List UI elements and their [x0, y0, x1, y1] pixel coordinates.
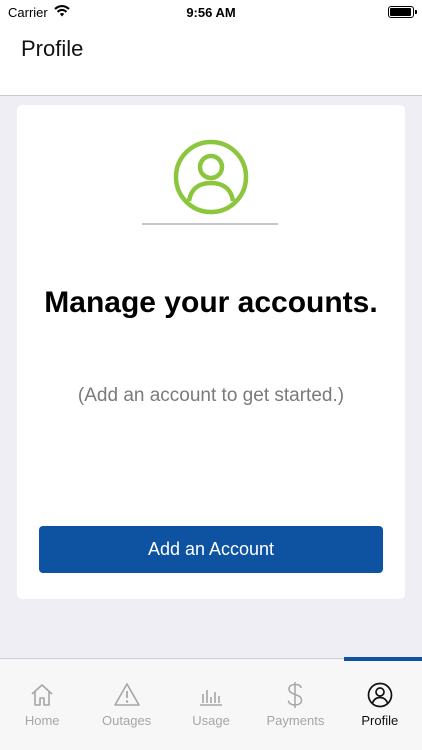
- home-icon: [28, 681, 56, 709]
- battery-fill: [390, 8, 411, 16]
- tab-home-label: Home: [24, 713, 60, 728]
- carrier-label: Carrier: [8, 4, 48, 20]
- divider: [142, 223, 278, 225]
- page-title: Profile: [21, 36, 84, 61]
- add-account-button[interactable]: Add an Account: [39, 526, 383, 573]
- status-left: Carrier: [8, 5, 70, 20]
- user-circle-icon: [173, 139, 249, 215]
- card-subtitle: (Add an account to get started.): [77, 385, 345, 406]
- battery-icon: [388, 6, 417, 18]
- tab-profile-label: Profile: [361, 713, 399, 728]
- tab-outages[interactable]: Outages: [84, 659, 168, 750]
- warning-icon: [113, 681, 141, 709]
- status-bar: Carrier 9:56 AM: [0, 0, 422, 24]
- tab-profile[interactable]: Profile: [338, 659, 422, 750]
- dollar-icon: [281, 681, 309, 709]
- tab-usage-label: Usage: [192, 713, 230, 728]
- screen: Carrier 9:56 AM Profile Manage your acco…: [0, 0, 422, 750]
- active-tab-indicator: [344, 657, 422, 661]
- bar-chart-icon: [197, 681, 225, 709]
- header: Profile: [0, 24, 422, 96]
- accounts-card: Manage your accounts. (Add an account to…: [17, 105, 405, 599]
- tab-outages-label: Outages: [102, 713, 152, 728]
- tab-payments-label: Payments: [266, 713, 325, 728]
- wifi-icon: [54, 4, 70, 20]
- profile-icon: [366, 681, 394, 709]
- card-title: Manage your accounts.: [44, 286, 378, 319]
- tab-payments[interactable]: Payments: [253, 659, 337, 750]
- tab-usage[interactable]: Usage: [169, 659, 253, 750]
- tab-bar: Home Outages Usage Payments Profile: [0, 657, 422, 750]
- tab-home[interactable]: Home: [0, 659, 84, 750]
